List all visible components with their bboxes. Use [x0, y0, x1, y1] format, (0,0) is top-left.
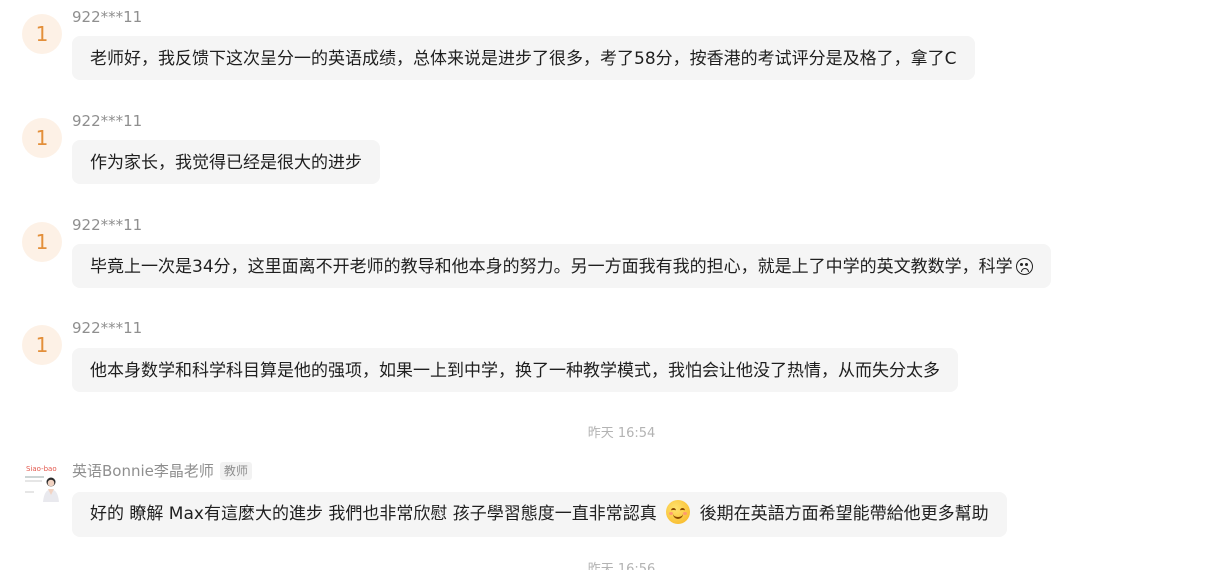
message-bubble[interactable]: 他本身数学和科学科目算是他的强项，如果一上到中学，换了一种教学模式，我怕会让他没…	[72, 348, 958, 392]
chat-window: 1 922***11 老师好，我反馈下这次呈分一的英语成绩，总体来说是进步了很多…	[0, 0, 1205, 570]
sender-name: 英语Bonnie李晶老师 教师	[72, 460, 252, 481]
message-bubble[interactable]: 毕竟上一次是34分，这里面离不开老师的教导和他本身的努力。另一方面我有我的担心，…	[72, 244, 1051, 288]
message-text: 作为家长，我觉得已经是很大的进步	[90, 153, 362, 173]
sender-name: 922***11	[72, 216, 143, 234]
message-bubble[interactable]: 好的 瞭解 Max有這麼大的進步 我們也非常欣慰 孩子學習態度一直非常認真 後期…	[72, 492, 1007, 537]
sad-face-icon	[1015, 258, 1033, 275]
message-text: 他本身数学和科学科目算是他的强项，如果一上到中学，换了一种教学模式，我怕会让他没…	[90, 361, 940, 381]
teacher-logo-text: Siao-bao	[26, 465, 57, 473]
message-text-continued: 後期在英語方面希望能帶給他更多幫助	[699, 504, 989, 524]
sender-name: 922***11	[72, 112, 143, 130]
avatar[interactable]: 1	[22, 325, 62, 365]
sender-name-text: 英语Bonnie李晶老师	[72, 462, 214, 480]
message-bubble[interactable]: 作为家长，我觉得已经是很大的进步	[72, 140, 380, 184]
sender-name: 922***11	[72, 319, 143, 337]
message-bubble[interactable]: 老师好，我反馈下这次呈分一的英语成绩，总体来说是进步了很多，考了58分，按香港的…	[72, 36, 975, 80]
message-text: 毕竟上一次是34分，这里面离不开老师的教导和他本身的努力。另一方面我有我的担心，…	[90, 257, 1013, 277]
avatar[interactable]: 1	[22, 222, 62, 262]
avatar[interactable]: 1	[22, 14, 62, 54]
teacher-avatar-image: Siao-bao	[22, 462, 62, 502]
timestamp: 昨天 16:56	[587, 562, 656, 570]
timestamp: 昨天 16:54	[587, 426, 656, 441]
message-text: 好的 瞭解 Max有這麼大的進步 我們也非常欣慰 孩子學習態度一直非常認真	[90, 504, 657, 524]
smiling-face-icon	[666, 500, 691, 524]
teacher-badge: 教师	[219, 462, 252, 480]
sender-name: 922***11	[72, 8, 143, 26]
message-text: 老师好，我反馈下这次呈分一的英语成绩，总体来说是进步了很多，考了58分，按香港的…	[90, 49, 957, 69]
avatar[interactable]: 1	[22, 118, 62, 158]
teacher-avatar[interactable]: Siao-bao	[22, 462, 62, 502]
